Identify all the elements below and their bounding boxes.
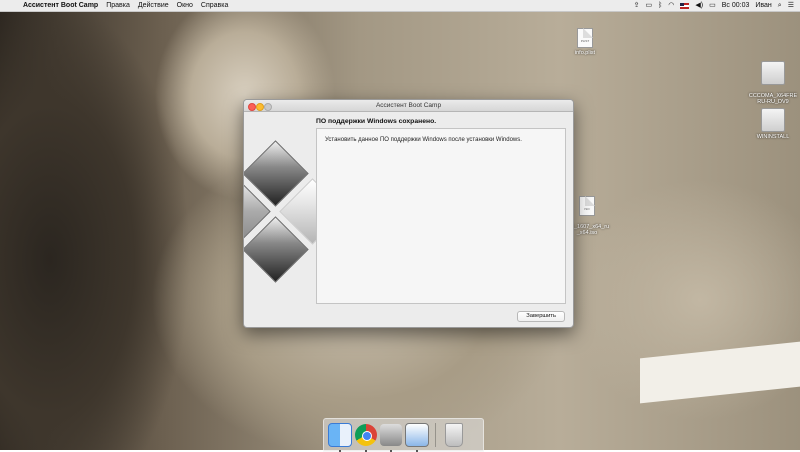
menu-action[interactable]: Действие bbox=[138, 2, 169, 9]
desktop-icon-wininstall[interactable]: WININSTALL bbox=[738, 108, 800, 140]
desktop-icon-label: WININSTALL bbox=[756, 134, 790, 140]
app-menu[interactable]: Ассистент Boot Camp bbox=[23, 2, 98, 9]
drive-icon bbox=[761, 61, 785, 85]
file-type-label: ISO bbox=[584, 207, 590, 211]
chrome-icon[interactable] bbox=[355, 424, 377, 452]
content-panel: Установить данное ПО поддержки Windows п… bbox=[316, 128, 566, 304]
window-titlebar[interactable]: Ассистент Boot Camp bbox=[244, 100, 573, 112]
close-icon[interactable] bbox=[248, 102, 256, 111]
dock-separator bbox=[435, 423, 436, 447]
minimize-icon[interactable] bbox=[256, 102, 264, 111]
trash-icon[interactable] bbox=[445, 423, 463, 447]
upload-icon[interactable]: ⇪ bbox=[634, 1, 640, 10]
zoom-icon[interactable] bbox=[264, 102, 272, 111]
desktop-icon-info-plist[interactable]: PLIST info.plist bbox=[550, 28, 620, 56]
menu-user[interactable]: Иван bbox=[755, 2, 771, 9]
menu-edit[interactable]: Правка bbox=[106, 2, 130, 9]
page-title: ПО поддержки Windows сохранено. bbox=[316, 118, 437, 125]
spotlight-icon[interactable]: ⌕ bbox=[778, 1, 782, 10]
volume-icon[interactable]: ◀) bbox=[695, 1, 703, 10]
desktop-icon-label: CCCOMA_X64FRE RU-RU_DV9 bbox=[748, 93, 798, 105]
bootcamp-icon[interactable] bbox=[380, 424, 402, 452]
instruction-text: Установить данное ПО поддержки Windows п… bbox=[325, 137, 522, 143]
menu-help[interactable]: Справка bbox=[201, 2, 228, 9]
menu-window[interactable]: Окно bbox=[177, 2, 193, 9]
file-icon: ISO bbox=[579, 196, 595, 216]
finder-icon[interactable] bbox=[328, 423, 352, 452]
battery-icon[interactable]: ▭ bbox=[709, 1, 716, 10]
window-title: Ассистент Boot Camp bbox=[375, 102, 442, 109]
wifi-icon[interactable]: ◠ bbox=[668, 1, 674, 10]
bootcamp-window: Ассистент Boot Camp ПО поддержки Windows… bbox=[243, 99, 574, 328]
desktop-icon-label: info.plist bbox=[574, 50, 596, 56]
file-type-label: PLIST bbox=[580, 39, 590, 43]
preview-icon[interactable] bbox=[405, 423, 429, 452]
input-source-flag-icon[interactable] bbox=[680, 2, 690, 9]
bluetooth-icon[interactable]: ᛒ bbox=[658, 1, 662, 10]
menu-bar: Ассистент Boot Camp Правка Действие Окно… bbox=[0, 0, 800, 12]
drive-icon bbox=[761, 108, 785, 132]
screen-icon[interactable]: ▭ bbox=[645, 1, 652, 10]
menu-clock[interactable]: Вс 00:03 bbox=[722, 2, 750, 9]
finish-button[interactable]: Завершить bbox=[517, 311, 565, 322]
file-icon: PLIST bbox=[577, 28, 593, 48]
dock bbox=[323, 418, 484, 452]
notification-center-icon[interactable]: ☰ bbox=[788, 1, 794, 10]
desktop-icon-windows-dvd[interactable]: CCCOMA_X64FRE RU-RU_DV9 bbox=[738, 55, 800, 105]
